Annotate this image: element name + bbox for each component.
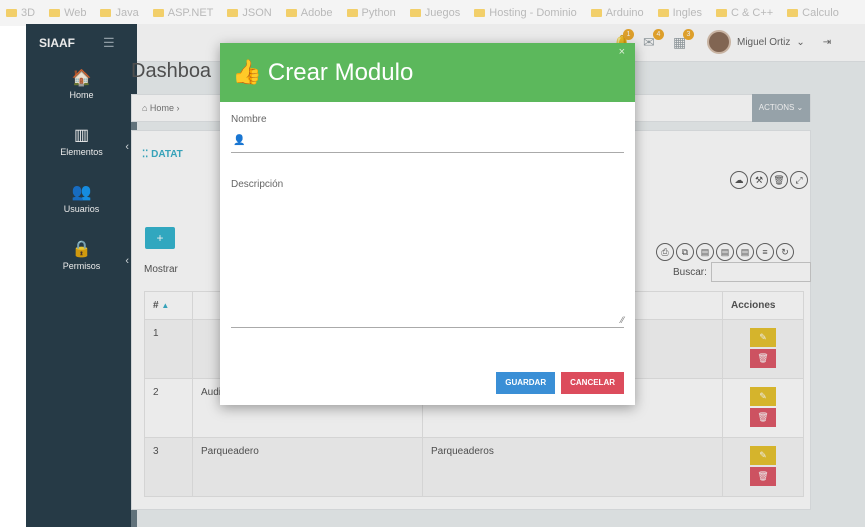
folder-icon	[474, 9, 486, 17]
folder-icon	[227, 9, 239, 17]
bookmark-item[interactable]: Calculo	[787, 7, 839, 19]
bookmarks-bar: 3D Web Java ASP.NET JSON Adobe Python Juegos Hos…	[0, 0, 865, 26]
close-icon[interactable]: ×	[619, 46, 625, 58]
folder-icon	[409, 9, 421, 17]
bookmark-label: Adobe	[300, 7, 333, 19]
dialog-header: 👍 Crear Modulo ×	[220, 43, 635, 102]
resize-handle-icon[interactable]: ⁄⁄	[621, 315, 624, 325]
name-field[interactable]: 👤	[231, 129, 624, 153]
folder-icon	[285, 9, 297, 17]
bookmark-label: ASP.NET	[167, 7, 214, 19]
bookmark-label: Java	[115, 7, 139, 19]
save-button[interactable]: GUARDAR	[496, 372, 556, 394]
folder-icon	[100, 9, 112, 17]
bookmark-label: Juegos	[424, 7, 461, 19]
thumbs-up-icon: 👍	[232, 59, 262, 86]
bookmark-item[interactable]: Java	[100, 7, 139, 19]
bookmark-item[interactable]: ASP.NET	[152, 7, 214, 19]
bookmark-label: Calculo	[802, 7, 839, 19]
bookmark-label: 3D	[21, 7, 36, 19]
bookmark-item[interactable]: 3D	[6, 7, 35, 19]
bookmark-item[interactable]: Web	[49, 7, 86, 19]
description-label: Descripción	[231, 179, 284, 190]
bookmark-label: Python	[361, 7, 396, 19]
bookmark-label: Web	[64, 7, 87, 19]
bookmark-item[interactable]: JSON	[227, 7, 272, 19]
bookmark-item[interactable]: Juegos	[409, 7, 461, 19]
folder-icon	[346, 9, 358, 17]
bookmark-item[interactable]: Python	[346, 7, 396, 19]
dialog-title: Crear Modulo	[267, 58, 414, 86]
dialog-body: Nombre 👤 Descripción ⁄⁄	[220, 102, 635, 340]
bookmark-item[interactable]: Ingles	[657, 7, 702, 19]
bookmark-label: Hosting - Dominio	[489, 7, 577, 19]
folder-icon	[590, 9, 602, 17]
bookmark-item[interactable]: Arduino	[590, 7, 644, 19]
bookmark-item[interactable]: Adobe	[285, 7, 333, 19]
bookmark-item[interactable]: Hosting - Dominio	[474, 7, 577, 19]
user-icon: 👤	[233, 135, 246, 146]
name-label: Nombre	[231, 114, 267, 125]
bookmark-label: JSON	[242, 7, 272, 19]
bookmark-label: C & C++	[730, 7, 774, 19]
create-module-dialog: 👍 Crear Modulo × Nombre 👤 Descripción ⁄⁄…	[220, 43, 635, 405]
folder-icon	[657, 9, 669, 17]
folder-icon	[787, 9, 799, 17]
folder-icon	[49, 9, 61, 17]
bookmark-label: Ingles	[672, 7, 702, 19]
dialog-footer: GUARDAR CANCELAR	[496, 372, 624, 394]
description-field[interactable]: ⁄⁄	[231, 192, 624, 328]
cancel-button[interactable]: CANCELAR	[561, 372, 624, 394]
folder-icon	[152, 9, 164, 17]
folder-icon	[6, 9, 17, 17]
bookmark-item[interactable]: C & C++	[715, 7, 774, 19]
folder-icon	[715, 9, 727, 17]
bookmark-label: Arduino	[605, 7, 644, 19]
